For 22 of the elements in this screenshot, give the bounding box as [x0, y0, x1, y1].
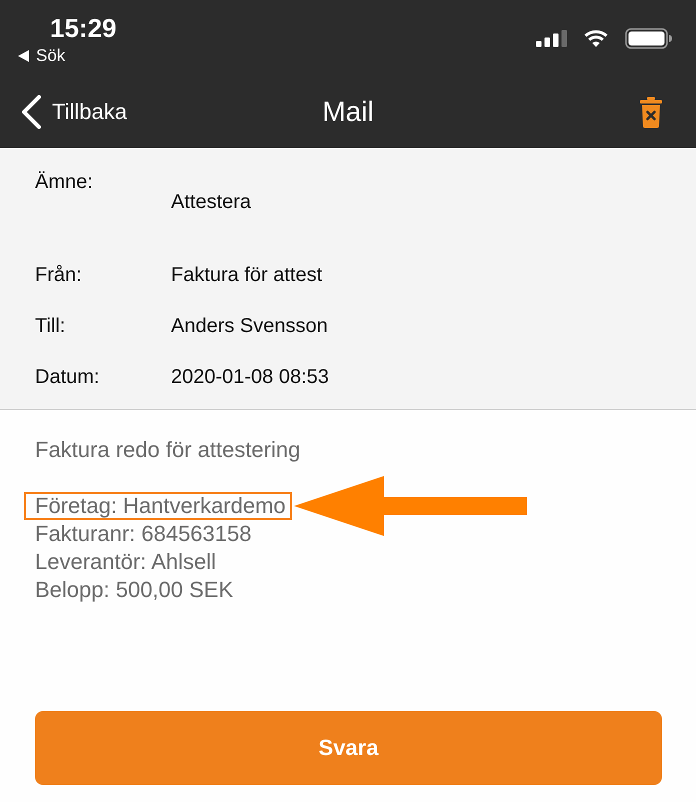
- field-value: Attestera: [171, 190, 252, 214]
- field-value: Anders Svensson: [171, 314, 328, 338]
- wifi-icon: [584, 30, 608, 46]
- field-label: Från:: [35, 263, 83, 287]
- message-text: Faktura redo för attestering: [35, 436, 302, 464]
- back-triangle-icon[interactable]: [18, 50, 29, 62]
- back-button[interactable]: Tillbaka: [20, 94, 127, 130]
- message-line: Belopp: 500,00 SEK: [34, 576, 234, 604]
- field-label: Datum:: [35, 365, 100, 389]
- signal-icon: [536, 30, 567, 46]
- message-line: Leverantör: Ahlsell: [34, 548, 217, 576]
- field-value: 2020-01-08 08:53: [171, 365, 329, 389]
- screen-title: Mail: [322, 96, 374, 128]
- field-value: Faktura för attest: [171, 263, 322, 287]
- battery-icon: [625, 28, 672, 48]
- status-time: 15:29: [50, 13, 116, 43]
- back-to-app-link[interactable]: Sök: [36, 45, 66, 67]
- trash-icon[interactable]: [640, 96, 662, 128]
- message-line: Fakturanr: 684563158: [34, 520, 252, 548]
- field-label: Ämne:: [35, 170, 94, 194]
- field-label: Till:: [35, 314, 66, 338]
- chevron-left-icon: [20, 94, 42, 130]
